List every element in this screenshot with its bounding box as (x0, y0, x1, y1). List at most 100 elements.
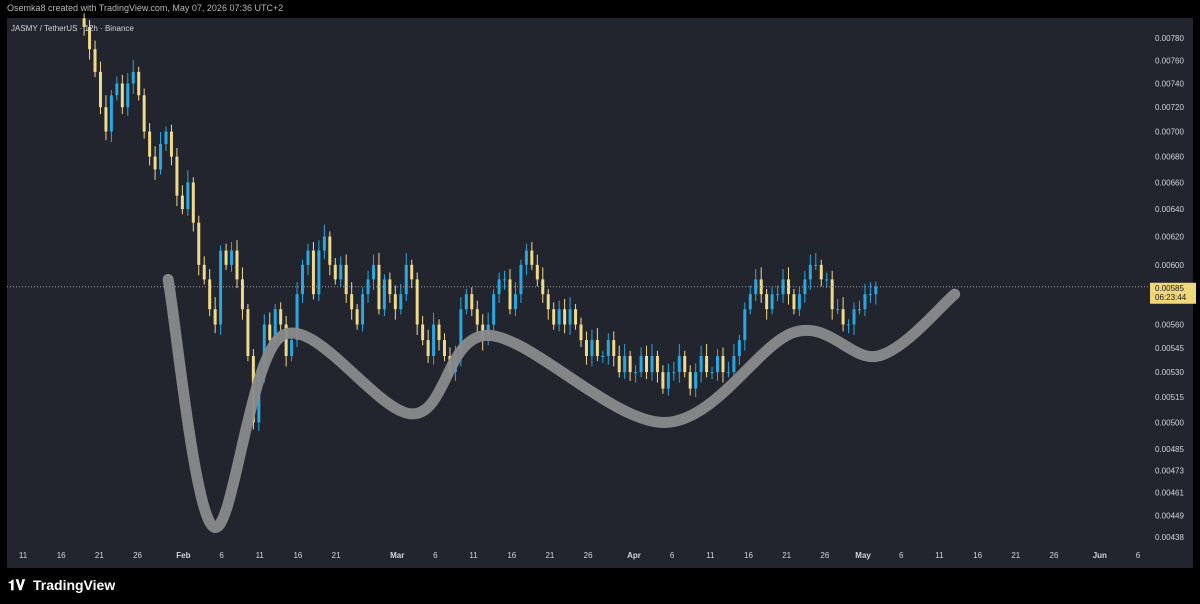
candle-body (650, 355, 654, 373)
candle-body (355, 309, 359, 325)
time-tick-label: Apr (627, 551, 641, 560)
price-tick-label: 0.00680 (1155, 153, 1184, 162)
candle-body (655, 355, 659, 373)
candle-body (148, 131, 152, 157)
candle-body (574, 309, 578, 325)
time-tick-label: 11 (256, 551, 265, 560)
candle-body (290, 340, 294, 356)
candle-body (306, 250, 310, 265)
candle-body (628, 355, 632, 373)
candle-body (180, 195, 184, 210)
candle-body (164, 131, 168, 145)
candle-body (175, 156, 179, 196)
candle-body (202, 264, 206, 280)
candle-body (279, 309, 283, 325)
price-tick-label: 0.00530 (1155, 368, 1184, 377)
candle-body (426, 340, 430, 356)
candle-body (513, 294, 517, 310)
candles-layer (82, 13, 878, 432)
time-tick-label: 26 (1050, 551, 1059, 560)
time-tick-label: 6 (670, 551, 675, 560)
time-tick-label: 21 (332, 551, 341, 560)
candle-body (197, 222, 201, 265)
candle-body (732, 355, 736, 373)
candle-body (792, 294, 796, 310)
candle-body (153, 156, 157, 170)
time-tick-label: 26 (820, 551, 829, 560)
candle-body (393, 294, 397, 310)
price-tick-label: 0.00640 (1155, 205, 1184, 214)
candle-body (552, 309, 556, 325)
candle-body (857, 309, 861, 311)
time-tick-label: 11 (19, 551, 28, 560)
candle-body (847, 324, 851, 326)
candle-body (672, 372, 676, 374)
price-tick-label: 0.00500 (1155, 419, 1184, 428)
candle-body (530, 250, 534, 265)
candle-body (830, 279, 834, 310)
candle-body (546, 294, 550, 310)
time-tick-label: 21 (545, 551, 554, 560)
candle-body (584, 340, 588, 356)
candle-body (519, 264, 523, 295)
candle-body (109, 95, 113, 132)
candle-body (503, 279, 507, 281)
candle-body (93, 49, 97, 72)
candle-body (404, 264, 408, 295)
candle-body (442, 340, 446, 356)
price-tick-label: 0.00545 (1155, 344, 1184, 353)
time-tick-label: 6 (219, 551, 224, 560)
time-tick-label: May (855, 551, 871, 560)
candle-body (186, 182, 190, 210)
candle-body (874, 286, 878, 295)
candle-body (808, 264, 812, 280)
time-tick-label: 16 (744, 551, 753, 560)
candle-body (268, 324, 272, 341)
candle-body (126, 83, 130, 108)
candle-body (415, 279, 419, 325)
candle-body (311, 250, 315, 295)
candle-body (623, 355, 627, 373)
candle-body (322, 236, 326, 251)
candle-body (421, 324, 425, 341)
candle-body (230, 250, 234, 265)
candle-body (852, 309, 856, 325)
candle-body (377, 264, 381, 310)
price-tick-label: 0.00485 (1155, 445, 1184, 454)
time-tick-label: 11 (706, 551, 715, 560)
candle-body (770, 294, 774, 310)
time-axis[interactable]: 11 16 21 26 Feb 6 11 16 21 Mar 6 11 16 21 26 Apr 6 11 16 21… (19, 551, 1141, 560)
candle-body (301, 264, 305, 295)
price-chart[interactable]: JASMY / TetherUS · 12h · Binance 0.00780… (0, 0, 1200, 604)
tradingview-logo[interactable]: 𝟏𝐕 TradingView (8, 577, 115, 593)
candle-body (350, 294, 354, 310)
time-tick-label: 6 (433, 551, 438, 560)
candle-body (579, 324, 583, 341)
candle-body (492, 294, 496, 325)
candle-body (142, 95, 146, 132)
candle-body (705, 355, 709, 373)
candle-body (863, 294, 867, 310)
candle-body (825, 279, 829, 281)
candle-body (612, 340, 616, 356)
candle-body (371, 264, 375, 280)
price-tick-label: 0.00760 (1155, 56, 1184, 65)
candle-body (617, 355, 621, 373)
symbol-title: JASMY / TetherUS · 12h · Binance (11, 24, 134, 33)
candle-body (240, 279, 244, 310)
candle-body (208, 279, 212, 310)
candle-body (557, 309, 561, 325)
price-tick-label: 0.00660 (1155, 178, 1184, 187)
candle-body (235, 250, 239, 280)
bar-countdown: 06:23:44 (1155, 293, 1187, 302)
candle-body (568, 309, 572, 325)
candle-body (710, 372, 714, 374)
time-tick-label: 21 (95, 551, 104, 560)
candle-body (666, 372, 670, 389)
candle-body (836, 309, 840, 311)
candle-body (432, 324, 436, 356)
time-tick-label: 21 (1011, 551, 1020, 560)
candle-body (814, 264, 818, 266)
candle-body (213, 309, 217, 325)
candle-body (508, 279, 512, 310)
